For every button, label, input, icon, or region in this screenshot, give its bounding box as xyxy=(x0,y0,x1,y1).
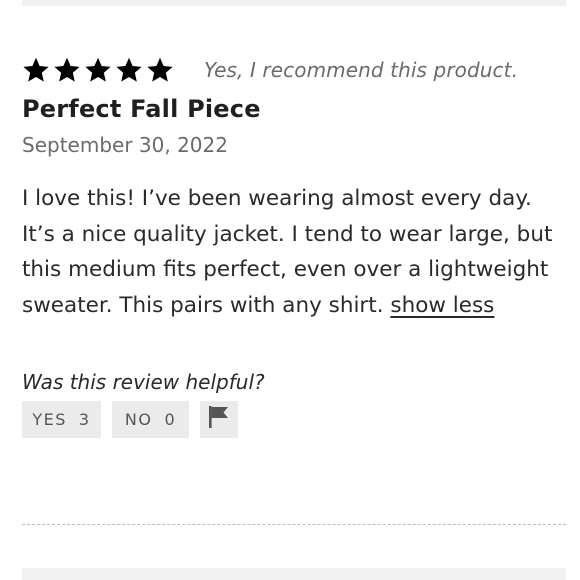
star-icon xyxy=(22,56,50,84)
flag-icon xyxy=(208,405,230,433)
review-body: I love this! I’ve been wearing almost ev… xyxy=(22,181,567,324)
report-flag-button[interactable] xyxy=(200,400,238,438)
star-icon xyxy=(115,56,143,84)
next-review-top-edge xyxy=(22,568,566,580)
no-label: NO xyxy=(124,409,153,429)
yes-label: YES xyxy=(32,409,67,429)
yes-count: 3 xyxy=(78,409,91,429)
helpful-no-button[interactable]: NO 0 xyxy=(112,400,189,438)
star-icon xyxy=(53,56,81,84)
star-rating xyxy=(22,56,174,84)
helpful-yes-button[interactable]: YES 3 xyxy=(22,400,101,438)
review-divider xyxy=(22,524,566,525)
recommendation-text: Yes, I recommend this product. xyxy=(204,58,519,82)
no-count: 0 xyxy=(164,409,177,429)
review-title: Perfect Fall Piece xyxy=(22,95,261,123)
review-date: September 30, 2022 xyxy=(22,133,228,157)
helpful-question: Was this review helpful? xyxy=(22,369,265,394)
review-card: Yes, I recommend this product. Perfect F… xyxy=(22,52,567,438)
rating-row: Yes, I recommend this product. xyxy=(22,52,567,88)
star-icon xyxy=(146,56,174,84)
show-less-link[interactable]: show less xyxy=(390,293,494,318)
helpful-vote-row: YES 3 NO 0 xyxy=(22,400,567,438)
previous-review-bottom-edge xyxy=(22,0,566,6)
star-icon xyxy=(84,56,112,84)
